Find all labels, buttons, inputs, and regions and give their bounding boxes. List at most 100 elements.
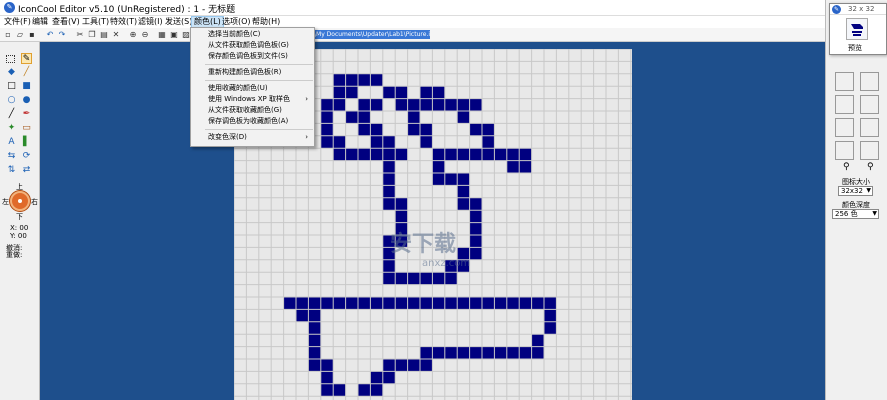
menu-item-label: 使用 Windows XP 取样色 [208,95,290,103]
app-icon: ✎ [4,2,15,13]
preview-glyph [851,24,863,36]
redo-icon[interactable]: ↷ [57,30,67,40]
icon-slot[interactable] [860,118,879,137]
preview-image [851,24,863,36]
spray-icon[interactable]: ✦ [6,123,17,134]
menu-effects[interactable]: 特效(T) [108,16,139,28]
preview-titlebar[interactable]: ✎ 32 x 32 [830,4,886,15]
title-bar: ✎ IconCool Editor v5.10 (UnRegistered) :… [0,0,825,16]
direction-pad[interactable] [10,191,30,211]
pixel-run [395,210,408,223]
pixel-run [308,321,321,335]
menu-item-label: 从文件获取收藏颜色(G) [208,106,282,114]
gradient-icon[interactable]: ▌ [21,137,32,148]
rectangle-icon[interactable]: □ [6,81,17,92]
pixel-run [432,160,445,173]
menu-change-color-depth[interactable]: 改变色深(D) › [191,132,314,143]
icon-slot[interactable] [860,72,879,91]
pencil-icon[interactable]: ✎ [21,53,32,64]
cut-icon[interactable]: ✂ [75,30,85,40]
zoom-out-icon[interactable]: ⊖ [140,30,150,40]
frame-icon[interactable]: ▣ [169,30,179,40]
menu-save-palette[interactable]: 保存颜色调色板到文件(S) [191,51,314,62]
pixel-run [469,222,482,235]
y-readout: Y: 00 [10,232,27,240]
file-path-field[interactable]: \My Documents\Updater\Lab1\Picture.ico [312,30,430,39]
magnifier-icon[interactable]: ⚲ [867,162,874,172]
menu-bar: 文件(F) 编辑 查看(V) 工具(T) 特效(T) 滤镜(I) 发送(S) 颜… [0,16,825,28]
open-icon[interactable]: ▱ [15,30,25,40]
preview-title: 32 x 32 [848,5,875,13]
pixel-run [308,334,321,347]
color-depth-value: 256 色 [835,210,858,218]
nav-down-label: 下 [16,213,23,221]
icon-slot[interactable] [835,95,854,114]
pixel-run [320,111,334,124]
brush-preview-icon[interactable]: ⚲ [843,162,850,172]
menu-tools[interactable]: 工具(T) [80,16,111,28]
menu-use-favorite-colors[interactable]: 使用收藏的颜色(U) [191,83,314,94]
watermark-text-cn: 安下载 [390,232,457,257]
pixel-run [482,135,495,149]
menu-item-label: 改变色深(D) [208,133,247,141]
preview-window[interactable]: ✎ 32 x 32 预览 [829,3,887,55]
shift-icon[interactable]: ⇅ [6,165,17,176]
menu-separator [205,129,313,130]
icon-slot[interactable] [835,118,854,137]
menu-use-winxp-colors[interactable]: 使用 Windows XP 取样色 › [191,94,314,105]
flip-icon[interactable]: ⇆ [6,151,17,162]
menu-load-favorite-colors[interactable]: 从文件获取收藏颜色(G) [191,105,314,116]
nav-right-label: 右 [31,198,38,206]
color-depth-select[interactable]: 256 色 ▼ [832,209,879,219]
paste-icon[interactable]: ▤ [99,30,109,40]
menu-load-palette[interactable]: 从文件获取颜色调色板(G) [191,40,314,51]
pixel-run [407,111,420,124]
zoom-in-icon[interactable]: ⊕ [128,30,138,40]
filled-rectangle-icon[interactable]: ■ [21,81,32,92]
menu-save-as-favorite[interactable]: 保存调色板为收藏颜色(A) [191,116,314,127]
grid-toggle-icon[interactable]: ▦ [157,30,167,40]
watermark-text-en: anxz.com [422,258,471,269]
menu-file[interactable]: 文件(F) [2,16,33,28]
brush-icon[interactable]: ╱ [21,67,32,78]
icon-slot[interactable] [835,72,854,91]
menu-view[interactable]: 查看(V) [50,16,82,28]
delete-icon[interactable]: ✕ [111,30,121,40]
rotate-icon[interactable]: ⟳ [21,151,32,162]
copy-icon[interactable]: ❐ [87,30,97,40]
menu-item-label: 保存调色板为收藏颜色(A) [208,117,289,125]
line-icon[interactable]: ╱ [6,109,17,120]
mirror-icon[interactable]: ⇄ [21,165,32,176]
menu-select-current-color[interactable]: 选择当前颜色(C) [191,29,314,40]
preview-label: 预览 [848,44,862,52]
eyedropper-icon[interactable]: ✒ [21,109,32,120]
direction-pad-center[interactable] [18,199,22,203]
undo-icon[interactable]: ↶ [45,30,55,40]
menu-filters[interactable]: 滤镜(I) [136,16,165,28]
icon-slot[interactable] [860,141,879,160]
new-icon[interactable]: ▫ [3,30,13,40]
icon-size-select[interactable]: 32x32 ▼ [838,186,873,196]
icon-slot[interactable] [835,141,854,160]
menu-edit[interactable]: 编辑 [30,16,50,28]
eraser-icon[interactable]: ▭ [21,123,32,134]
menu-rebuild-palette[interactable]: 重新构建颜色调色板(R) [191,67,314,78]
watermark: 安下载 anxz.com [390,226,470,269]
nav-left-label: 左 [2,198,9,206]
ellipse-icon[interactable]: ○ [6,95,17,106]
select-rect-icon[interactable] [6,55,15,63]
pixel-run [382,173,396,186]
fill-bucket-icon[interactable]: ◆ [6,67,17,78]
pixel-run [544,309,557,322]
window-title: IconCool Editor v5.10 (UnRegistered) : 1… [18,5,236,15]
icon-size-value: 32x32 [841,187,863,195]
menu-item-label: 保存颜色调色板到文件(S) [208,52,288,60]
filled-ellipse-icon[interactable]: ● [21,95,32,106]
icon-slot[interactable] [860,95,879,114]
text-tool-icon[interactable]: A [6,137,17,148]
save-icon[interactable]: ▪ [27,30,37,40]
pixel-run [420,135,433,149]
pixel-run [457,185,470,198]
menu-item-label: 使用收藏的颜色(U) [208,84,268,92]
menu-item-label: 从文件获取颜色调色板(G) [208,41,289,49]
